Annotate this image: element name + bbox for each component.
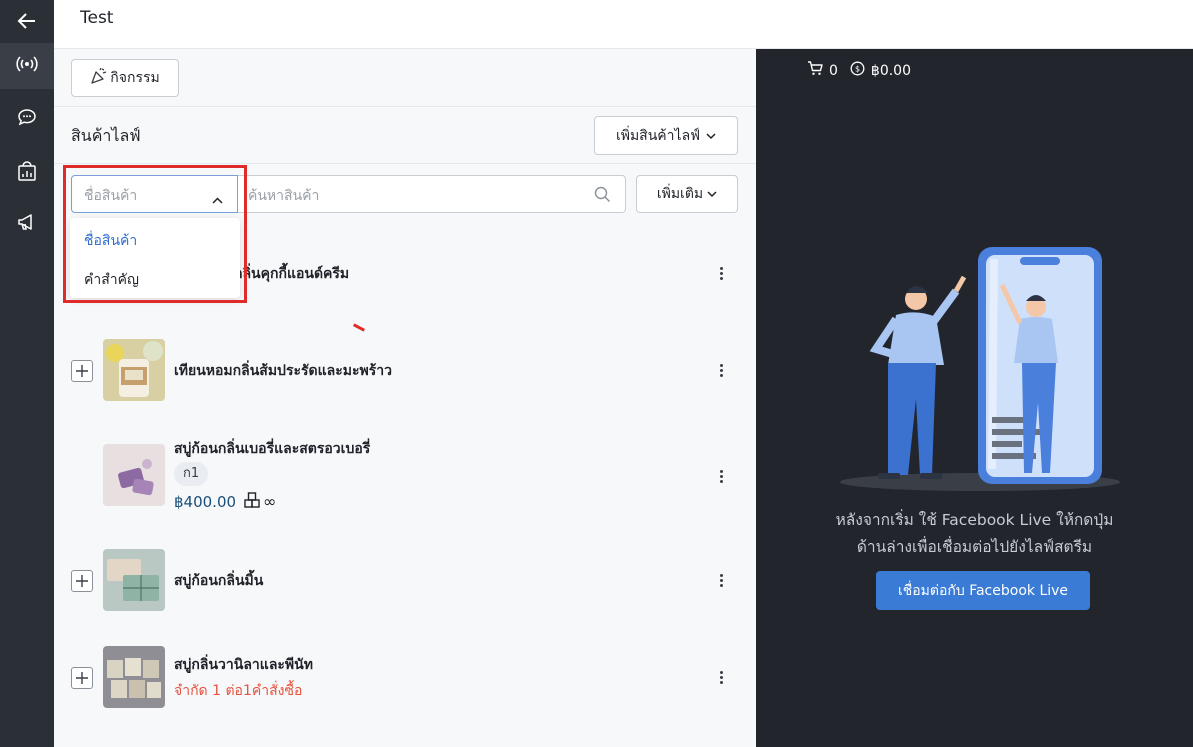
cart-summary: 0 $ ฿0.00 [807,61,911,80]
list-item[interactable]: สบู่กลิ่นวานิลาและพีนัท จำกัด 1 ต่อ1คำสั… [54,643,756,713]
more-options-icon[interactable] [720,574,724,589]
divider [54,106,756,107]
product-name: กลิ่นคุกกี้แอนด์ครีม [234,266,350,282]
back-arrow-icon [17,11,37,35]
product-thumbnail [103,646,165,708]
store-analytics-icon [16,160,38,186]
activity-button[interactable]: กิจกรรม [71,59,179,97]
plus-icon [76,362,88,381]
stock-value: ∞ [263,492,277,511]
more-options-icon[interactable] [720,267,724,282]
product-name: สบู่กลิ่นวานิลาและพีนัท [174,657,313,673]
instruction-line-2: ด้านล่างเพื่อเชื่อมต่อไปยังไลฟ์สตรีม [856,538,1093,556]
chevron-up-icon [212,189,223,208]
divider [54,163,756,164]
rail-item-live[interactable] [0,43,54,89]
list-item[interactable]: สบู่ก้อนกลิ่นเบอรี่และสตรอวเบอรี่ ก1 ฿40… [54,434,756,524]
search-field-selected: ชื่อสินค้า [84,188,138,204]
cart-icon [807,61,823,80]
product-name: เทียนหอมกลิ่นส้มประรัดและมะพร้าว [174,363,392,379]
coin-icon: $ [850,61,865,80]
more-filter-button[interactable]: เพิ่มเติม [636,175,738,213]
megaphone-icon [17,213,37,235]
chat-bubble-icon [17,108,37,130]
more-options-icon[interactable] [720,470,724,485]
purchase-limit: จำกัด 1 ต่อ1คำสั่งซื้อ [174,683,303,699]
cart-count: 0 [829,62,838,79]
left-rail [0,0,54,747]
search-field-dropdown: ชื่อสินค้า คำสำคัญ [70,218,240,298]
live-panel: 0 $ ฿0.00 หลังจากเริ่ม ใช้ Facebook Live… [756,49,1193,747]
product-name: สบู่ก้อนกลิ่นมิ้น [174,573,264,589]
add-live-product-label: เพิ่มสินค้าไลฟ์ [615,127,701,144]
plus-icon [76,669,88,688]
instruction-line-1: หลังจากเริ่ม ใช้ Facebook Live ให้กดปุ่ม [835,511,1114,529]
activity-label: กิจกรรม [110,70,160,86]
product-name: สบู่ก้อนกลิ่นเบอรี่และสตรอวเบอรี่ [174,441,371,457]
more-options-icon[interactable] [720,364,724,379]
list-item[interactable]: เทียนหอมกลิ่นส้มประรัดและมะพร้าว [54,336,756,406]
product-thumbnail [103,549,165,611]
product-price: ฿400.00 [174,493,237,511]
top-bar: Test [54,0,1193,49]
connect-facebook-live-button[interactable]: เชื่อมต่อกับ Facebook Live [876,571,1090,610]
add-live-product-button[interactable]: เพิ่มสินค้าไลฟ์ [594,116,738,155]
search-field-select[interactable]: ชื่อสินค้า [71,175,238,213]
add-product-button[interactable] [71,570,93,592]
chevron-down-icon [706,128,716,144]
back-button[interactable] [0,0,54,46]
add-product-button[interactable] [71,667,93,689]
product-thumbnail [103,339,165,401]
products-pane: กิจกรรม สินค้าไลฟ์ เพิ่มสินค้าไลฟ์ ชื่อส… [54,49,756,747]
page-title: Test [80,8,114,28]
plus-icon [76,572,88,591]
variant-tag: ก1 [174,462,209,486]
stock-indicator: ∞ [244,491,276,512]
rail-item-chat[interactable] [0,96,54,142]
search-placeholder: ค้นหาสินค้า [248,188,320,204]
more-filter-label: เพิ่มเติม [656,186,704,202]
live-instructions: หลังจากเริ่ม ใช้ Facebook Live ให้กดปุ่ม… [756,507,1193,561]
dropdown-option-product-name[interactable]: ชื่อสินค้า [84,230,137,252]
list-item[interactable]: สบู่ก้อนกลิ่นมิ้น [54,546,756,616]
svg-text:$: $ [855,65,860,74]
rail-item-store[interactable] [0,150,54,196]
cart-total: ฿0.00 [870,62,912,79]
live-broadcast-icon [16,55,38,77]
rail-item-marketing[interactable] [0,201,54,247]
more-options-icon[interactable] [720,671,724,686]
add-product-button[interactable] [71,360,93,382]
warehouse-icon [244,491,261,512]
section-title: สินค้าไลฟ์ [71,126,141,145]
party-popper-icon [90,67,108,89]
live-illustration [840,239,1130,503]
chevron-down-icon [707,186,717,202]
search-input[interactable]: ค้นหาสินค้า [238,175,626,213]
product-thumbnail [103,444,165,506]
search-icon[interactable] [594,186,611,207]
dropdown-option-keyword[interactable]: คำสำคัญ [84,269,139,291]
